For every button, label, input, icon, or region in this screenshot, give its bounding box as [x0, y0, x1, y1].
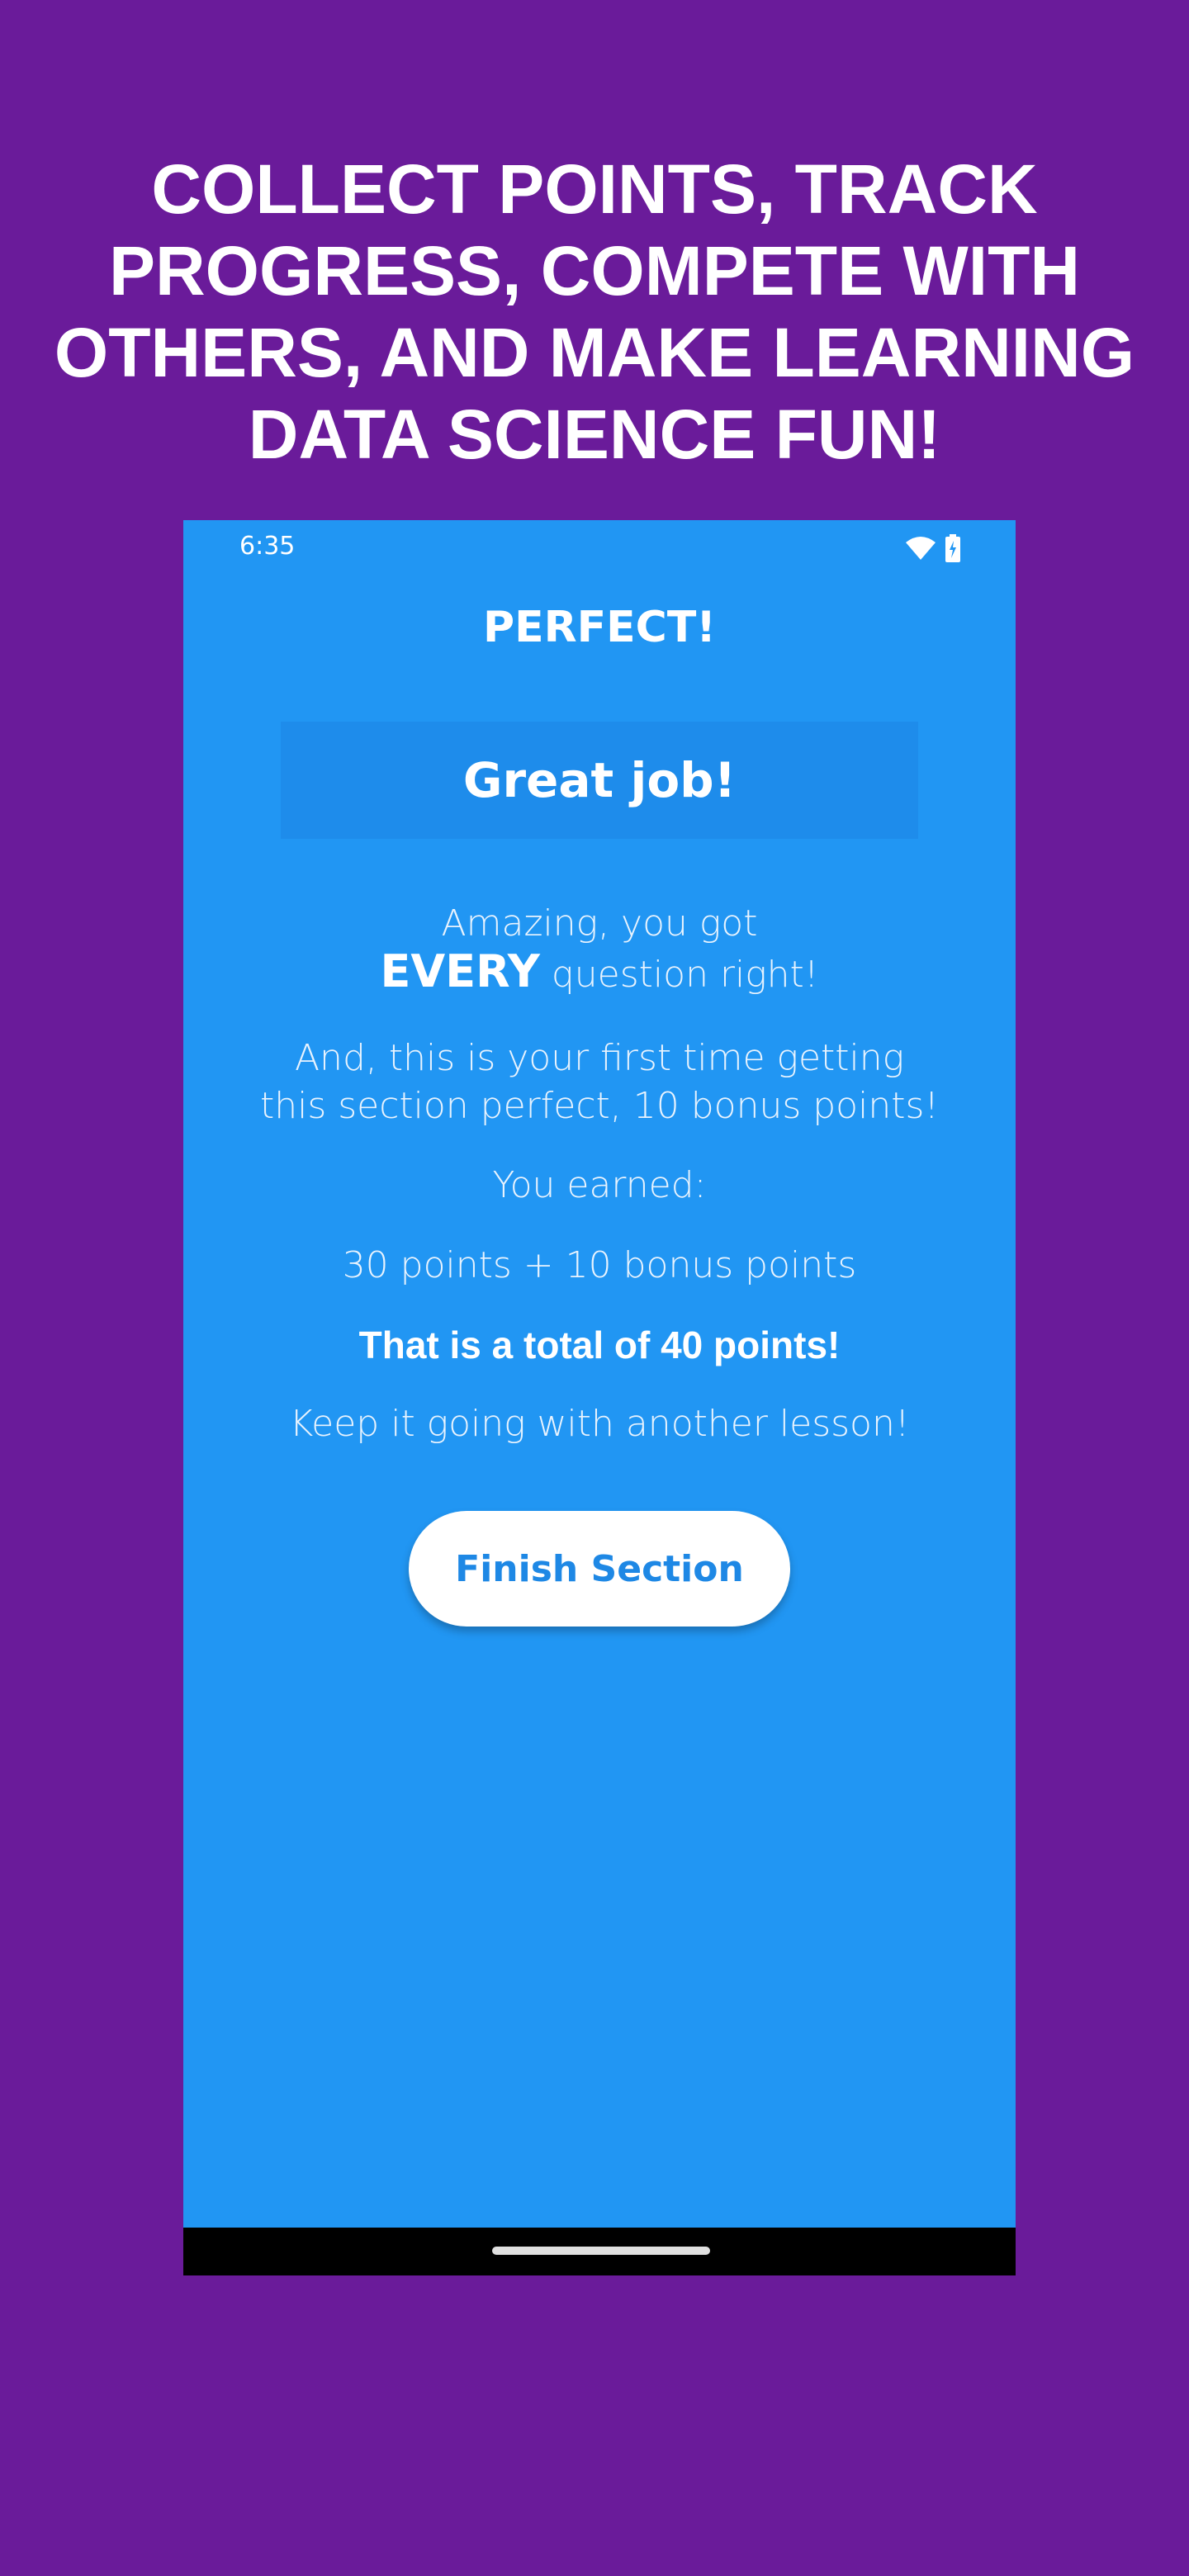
total-points: That is a total of 40 points!: [358, 1324, 841, 1366]
result-message-line: EVERY question right!: [183, 948, 1016, 999]
bonus-message-line: And, this is your first time getting: [294, 1037, 905, 1079]
result-title: PERFECT!: [482, 603, 717, 652]
wifi-icon: [905, 536, 936, 561]
phone-screen: 6:35 PERFECT! Great job! Amazing, you go…: [183, 520, 1016, 2275]
congrats-banner: Great job!: [281, 722, 918, 839]
result-message-line: Amazing, you got: [441, 902, 758, 945]
every-emphasis: EVERY: [380, 945, 540, 997]
banner-text: Great job!: [462, 752, 737, 808]
result-message: Amazing, you got EVERY question right!: [183, 900, 1016, 999]
bonus-message-line: this section perfect, 10 bonus points!: [259, 1085, 940, 1127]
headline-line: OTHERS, AND MAKE LEARNING: [54, 314, 1135, 391]
headline-line: COLLECT POINTS, TRACK: [151, 150, 1038, 228]
battery-charging-icon: [945, 534, 961, 562]
promo-headline: COLLECT POINTS, TRACK PROGRESS, COMPETE …: [50, 149, 1139, 476]
result-message-rest: question right!: [551, 954, 819, 996]
status-bar: 6:35: [183, 520, 1016, 575]
navigation-bar: [183, 2228, 1016, 2275]
headline-line: PROGRESS, COMPETE WITH: [108, 232, 1081, 310]
encouragement-text: Keep it going with another lesson!: [289, 1403, 910, 1445]
home-indicator[interactable]: [492, 2247, 710, 2255]
headline-line: DATA SCIENCE FUN!: [248, 395, 941, 473]
finish-section-button[interactable]: Finish Section: [409, 1511, 790, 1627]
status-time: 6:35: [239, 532, 296, 561]
bonus-message: And, this is your first time getting thi…: [183, 1035, 1016, 1130]
earned-label: You earned:: [492, 1164, 707, 1206]
status-icons: [905, 533, 961, 563]
points-breakdown: 30 points + 10 bonus points: [342, 1244, 857, 1286]
